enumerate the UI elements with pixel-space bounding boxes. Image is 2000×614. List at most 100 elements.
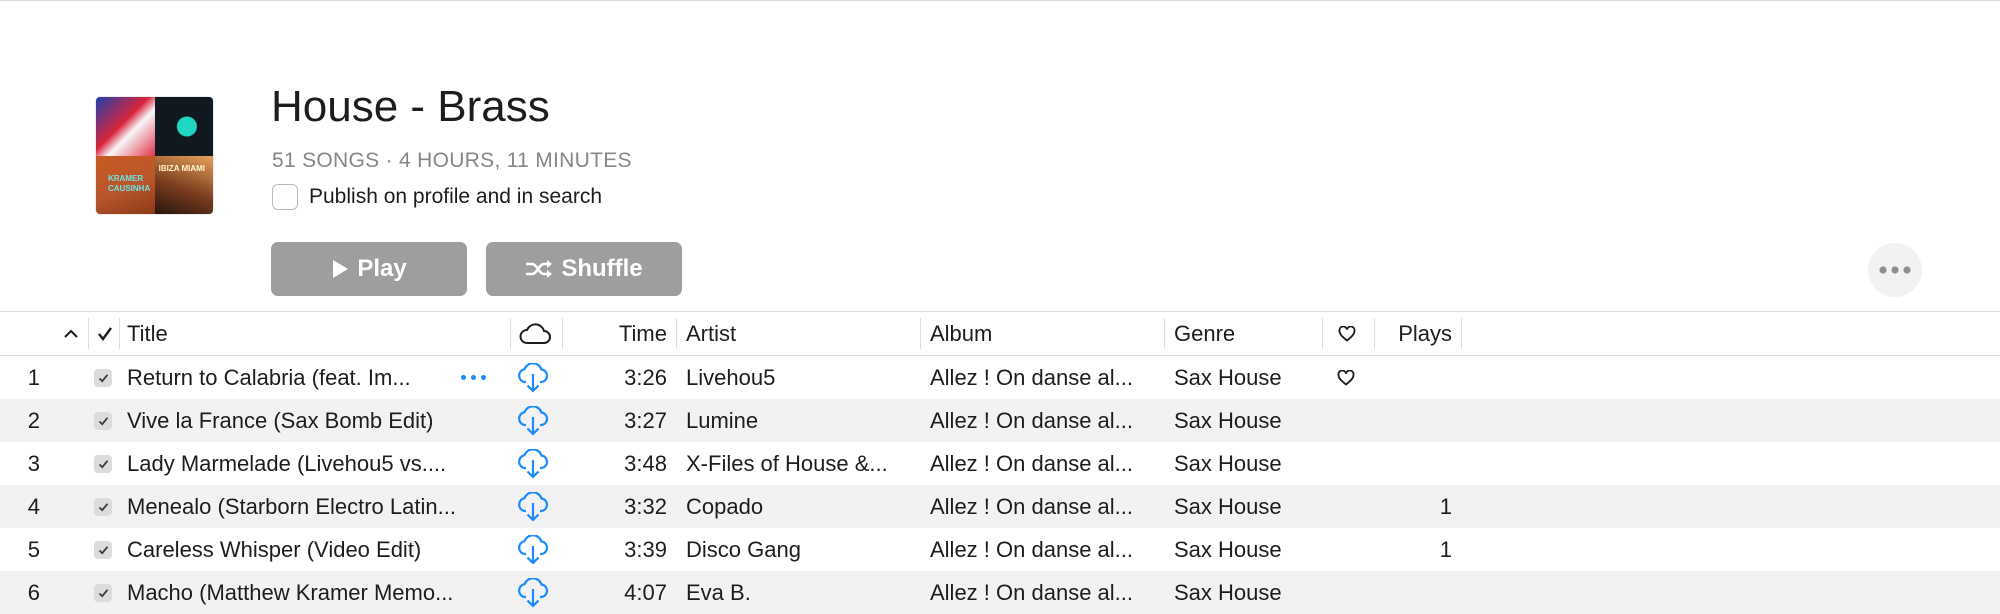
- song-title: Vive la France (Sax Bomb Edit): [127, 407, 434, 433]
- song-title: Lady Marmelade (Livehou5 vs....: [127, 450, 447, 476]
- track-number: 6: [27, 579, 40, 605]
- column-separator: [1322, 318, 1323, 349]
- checkmark-icon: [98, 502, 108, 512]
- check-column-header[interactable]: [96, 312, 114, 355]
- title-column-header[interactable]: Title: [127, 312, 168, 355]
- song-time: 3:48: [624, 450, 667, 476]
- column-separator: [676, 318, 677, 349]
- download-button[interactable]: [516, 356, 552, 399]
- song-album[interactable]: Allez ! On danse al...: [930, 356, 1160, 399]
- table-row[interactable]: 2 Vive la France (Sax Bomb Edit) 3:27 Lumin…: [0, 399, 2000, 442]
- song-album[interactable]: Allez ! On danse al...: [930, 571, 1160, 614]
- row-more-button[interactable]: [461, 356, 491, 399]
- play-count: 1: [1439, 536, 1452, 562]
- song-genre: Sax House: [1174, 536, 1282, 562]
- song-genre: Sax House: [1174, 493, 1282, 519]
- album-column-header[interactable]: Album: [930, 312, 992, 355]
- checkbox-box[interactable]: [94, 411, 112, 430]
- table-row[interactable]: 5 Careless Whisper (Video Edit) 3:39 Disco …: [0, 528, 2000, 571]
- table-row[interactable]: 6 Macho (Matthew Kramer Memo... 4:07 Eva B.…: [0, 571, 2000, 614]
- song-artist[interactable]: Lumine: [686, 399, 916, 442]
- song-time: 3:27: [624, 407, 667, 433]
- song-checkbox[interactable]: [94, 528, 114, 571]
- shuffle-button[interactable]: Shuffle: [486, 242, 682, 296]
- time-column-header[interactable]: Time: [560, 312, 667, 355]
- download-button[interactable]: [516, 442, 552, 485]
- heart-icon: [1338, 325, 1356, 342]
- table-row[interactable]: 3 Lady Marmelade (Livehou5 vs.... 3:48 X-Fi…: [0, 442, 2000, 485]
- cloud-download-icon: [518, 448, 549, 479]
- song-checkbox[interactable]: [94, 571, 114, 614]
- download-button[interactable]: [516, 528, 552, 571]
- song-artist[interactable]: Livehou5: [686, 356, 916, 399]
- play-button-label: Play: [357, 255, 407, 282]
- checkmark-icon: [98, 327, 112, 341]
- shuffle-button-label: Shuffle: [561, 255, 643, 282]
- download-button[interactable]: [516, 485, 552, 528]
- cloud-download-icon: [518, 577, 549, 608]
- song-title: Macho (Matthew Kramer Memo...: [127, 579, 454, 605]
- play-count: [1380, 442, 1452, 485]
- checkbox-box[interactable]: [94, 497, 112, 516]
- publish-option[interactable]: Publish on profile and in search: [272, 184, 602, 210]
- song-artist[interactable]: Eva B.: [686, 571, 916, 614]
- checkbox-box[interactable]: [94, 368, 112, 387]
- track-number: 3: [27, 450, 40, 476]
- genre-column-header[interactable]: Genre: [1174, 312, 1235, 355]
- artist-column-header[interactable]: Artist: [686, 312, 736, 355]
- heart-icon: [1337, 369, 1355, 386]
- song-genre: Sax House: [1174, 364, 1282, 390]
- play-button[interactable]: Play: [271, 242, 467, 296]
- song-album[interactable]: Allez ! On danse al...: [930, 528, 1160, 571]
- checkbox-box[interactable]: [94, 540, 112, 559]
- song-checkbox[interactable]: [94, 485, 114, 528]
- song-album[interactable]: Allez ! On danse al...: [930, 399, 1160, 442]
- song-artist[interactable]: Disco Gang: [686, 528, 916, 571]
- download-button[interactable]: [516, 571, 552, 614]
- download-button[interactable]: [516, 399, 552, 442]
- cloud-download-icon: [518, 491, 549, 522]
- song-artist[interactable]: Copado: [686, 485, 916, 528]
- checkbox-box[interactable]: [94, 454, 112, 473]
- song-album[interactable]: Allez ! On danse al...: [930, 485, 1160, 528]
- song-album[interactable]: Allez ! On danse al...: [930, 442, 1160, 485]
- column-separator: [88, 318, 89, 349]
- shuffle-icon: [526, 260, 553, 278]
- cloud-download-icon: [518, 405, 549, 436]
- song-time: 3:32: [624, 493, 667, 519]
- window-top-border: [0, 0, 2000, 1]
- track-number: 4: [27, 493, 40, 519]
- song-checkbox[interactable]: [94, 356, 114, 399]
- play-count: 1: [1439, 493, 1452, 519]
- table-row[interactable]: 4 Menealo (Starborn Electro Latin... 3:32 C…: [0, 485, 2000, 528]
- ellipsis-icon: [1879, 266, 1911, 274]
- playlist-summary: 51 SONGS · 4 HOURS, 11 MINUTES: [272, 149, 632, 172]
- song-artist[interactable]: X-Files of House &...: [686, 442, 916, 485]
- artwork-tile: KRAMER CAUSINHA: [96, 155, 155, 214]
- cloud-column-header[interactable]: [518, 312, 552, 355]
- cloud-download-icon: [518, 362, 549, 393]
- plays-column-header[interactable]: Plays: [1380, 312, 1452, 355]
- column-separator: [1164, 318, 1165, 349]
- play-count: [1380, 356, 1452, 399]
- sort-column-header[interactable]: [62, 312, 80, 355]
- song-checkbox[interactable]: [94, 442, 114, 485]
- play-count: [1380, 571, 1452, 614]
- love-button[interactable]: [1337, 356, 1357, 399]
- artwork-tile: [154, 97, 213, 156]
- artwork-tile-text: IBIZA MIAMI: [158, 163, 205, 173]
- checkmark-icon: [98, 416, 108, 426]
- table-header: Title Time Artist Album Genre Plays: [0, 311, 2000, 356]
- artwork-tile: IBIZA MIAMI: [154, 155, 213, 214]
- checkbox-box[interactable]: [94, 583, 112, 602]
- play-count: [1380, 399, 1452, 442]
- table-row[interactable]: 1 Return to Calabria (feat. Im... 3:26 Live…: [0, 356, 2000, 399]
- column-separator: [920, 318, 921, 349]
- love-column-header[interactable]: [1337, 312, 1357, 355]
- track-number: 5: [27, 536, 40, 562]
- song-time: 4:07: [624, 579, 667, 605]
- song-time: 3:26: [624, 364, 667, 390]
- more-options-button[interactable]: [1868, 243, 1922, 297]
- publish-checkbox[interactable]: [272, 184, 298, 210]
- song-checkbox[interactable]: [94, 399, 114, 442]
